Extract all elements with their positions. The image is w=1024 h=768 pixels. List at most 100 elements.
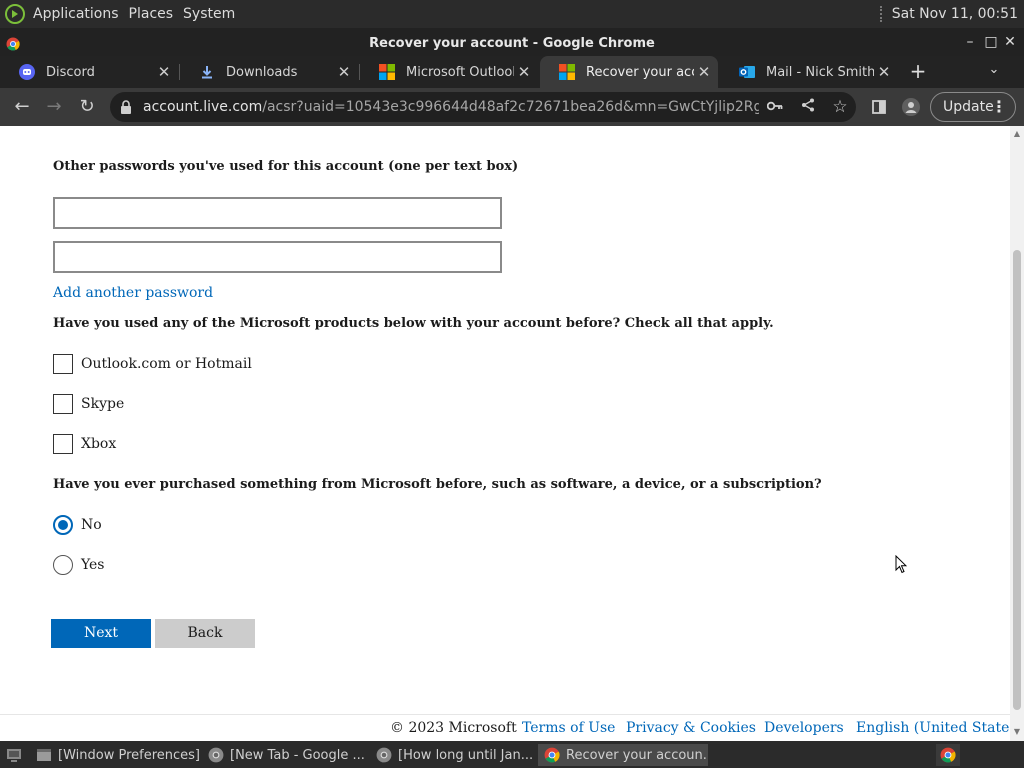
new-tab-button[interactable]: + (906, 60, 930, 84)
scrollbar-thumb[interactable] (1013, 250, 1021, 710)
window-title: Recover your account - Google Chrome (369, 36, 655, 51)
tab-search-button[interactable]: ⌄ (984, 62, 1004, 82)
kebab-menu-icon: ⋮ (991, 97, 1007, 116)
window-titlebar: Recover your account - Google Chrome – □… (0, 28, 1024, 58)
discord-icon (19, 64, 35, 80)
minimize-icon[interactable]: – (962, 34, 978, 50)
top-panel: Applications Places System Sat Nov 11, 0… (0, 0, 1024, 28)
taskbar-label: Recover your accoun... (566, 747, 708, 763)
url-host: account.live.com (143, 99, 263, 115)
tab-label: Microsoft Outlook ( (406, 64, 514, 80)
reload-button[interactable]: ↻ (75, 95, 99, 119)
taskbar-item-new-tab[interactable]: [New Tab - Google ... (202, 744, 367, 766)
show-desktop-button[interactable] (2, 744, 26, 766)
checkbox-label: Xbox (81, 436, 117, 452)
reload-icon: ↻ (79, 96, 95, 117)
window-icon (37, 749, 51, 761)
browser-toolbar: ← → ↻ account.live.com/acsr?uaid=10543e3… (0, 88, 1024, 126)
taskbar-label: [How long until Jan... (398, 747, 534, 763)
forward-nav-button[interactable]: → (42, 95, 66, 119)
taskbar-item-window-preferences[interactable]: [Window Preferences] (30, 744, 200, 766)
address-bar[interactable]: account.live.com/acsr?uaid=10543e3c99664… (110, 92, 856, 122)
close-window-icon[interactable]: ✕ (1002, 34, 1018, 50)
tab-recover-account[interactable]: Recover your accou ✕ (540, 56, 718, 88)
tab-label: Mail - Nick Smith - (766, 64, 874, 80)
product-option-xbox[interactable]: Xbox (53, 434, 116, 454)
password-input-2[interactable] (53, 241, 502, 273)
close-tab-icon[interactable]: ✕ (154, 63, 174, 81)
applications-menu[interactable]: Applications (28, 6, 124, 22)
next-button[interactable]: Next (51, 619, 151, 648)
skype-checkbox[interactable] (53, 394, 73, 414)
radio-label: No (81, 517, 102, 533)
distro-logo-icon[interactable] (4, 3, 26, 25)
share-icon[interactable] (799, 98, 817, 116)
tab-label: Discord (46, 64, 95, 80)
developers-link[interactable]: Developers (764, 720, 844, 736)
product-option-outlook[interactable]: Outlook.com or Hotmail (53, 354, 252, 374)
desktop-icon (7, 749, 21, 762)
side-panel-icon[interactable] (867, 95, 891, 119)
footer-divider (0, 714, 1010, 715)
outlook-icon (739, 66, 755, 78)
close-tab-icon[interactable]: ✕ (514, 63, 534, 81)
key-icon[interactable] (766, 98, 784, 116)
tab-discord[interactable]: Discord ✕ (0, 56, 178, 88)
clock[interactable]: Sat Nov 11, 00:51 (892, 6, 1018, 22)
tab-label: Recover your accou (586, 64, 694, 80)
lock-icon[interactable] (120, 100, 132, 114)
taskbar-item-how-long[interactable]: [How long until Jan... (370, 744, 535, 766)
back-button[interactable]: Back (155, 619, 255, 648)
radio-label: Yes (81, 557, 105, 573)
panel-handle (879, 6, 884, 22)
mouse-cursor-icon (895, 555, 907, 574)
close-tab-icon[interactable]: ✕ (694, 63, 714, 81)
chrome-icon (940, 747, 956, 763)
product-option-skype[interactable]: Skype (53, 394, 124, 414)
tab-mail[interactable]: Mail - Nick Smith - ✕ (720, 56, 898, 88)
yes-radio[interactable] (53, 555, 73, 575)
no-radio[interactable] (53, 515, 73, 535)
plus-icon: + (909, 59, 927, 83)
taskbar-item-recover-account[interactable]: Recover your accoun... (538, 744, 708, 766)
outlook-checkbox[interactable] (53, 354, 73, 374)
tray-chrome-button[interactable] (936, 744, 960, 766)
download-icon (202, 66, 212, 79)
close-tab-icon[interactable]: ✕ (334, 63, 354, 81)
update-label: Update (943, 99, 994, 115)
profile-avatar-icon[interactable] (899, 95, 923, 119)
maximize-icon[interactable]: □ (983, 34, 999, 50)
places-menu[interactable]: Places (124, 6, 179, 22)
microsoft-logo-icon (559, 64, 575, 80)
chrome-icon (208, 747, 224, 763)
xbox-checkbox[interactable] (53, 434, 73, 454)
system-menu[interactable]: System (178, 6, 240, 22)
terms-of-use-link[interactable]: Terms of Use (522, 720, 615, 736)
privacy-cookies-link[interactable]: Privacy & Cookies (626, 720, 756, 736)
taskbar-label: [New Tab - Google ... (230, 747, 365, 763)
bookmark-star-icon[interactable]: ☆ (831, 98, 849, 116)
close-tab-icon[interactable]: ✕ (874, 63, 894, 81)
update-button[interactable]: Update ⋮ (930, 92, 1016, 122)
url-text[interactable]: account.live.com/acsr?uaid=10543e3c99664… (143, 99, 759, 115)
add-password-link[interactable]: Add another password (53, 285, 213, 301)
footer-copyright: © 2023 Microsoft (390, 720, 517, 736)
checkbox-label: Skype (81, 396, 125, 412)
page-scrollbar[interactable]: ▲ ▼ (1010, 126, 1024, 741)
tab-label: Downloads (226, 64, 298, 80)
back-nav-button[interactable]: ← (10, 95, 34, 119)
chrome-icon (376, 747, 392, 763)
language-link[interactable]: English (United States) (856, 720, 1022, 736)
scroll-up-icon[interactable]: ▲ (1012, 129, 1022, 139)
chevron-down-icon: ⌄ (988, 62, 1000, 77)
tab-microsoft-outlook[interactable]: Microsoft Outlook ( ✕ (360, 56, 538, 88)
arrow-right-icon: → (46, 96, 62, 117)
purchase-option-no[interactable]: No (53, 515, 102, 535)
url-path: /acsr?uaid=10543e3c996644d48af2c72671bea… (262, 99, 759, 115)
password-input-1[interactable] (53, 197, 502, 229)
purchase-option-yes[interactable]: Yes (53, 555, 105, 575)
scroll-down-icon[interactable]: ▼ (1012, 727, 1022, 737)
passwords-question: Other passwords you've used for this acc… (53, 159, 519, 174)
chrome-icon (544, 747, 560, 763)
tab-downloads[interactable]: Downloads ✕ (180, 56, 358, 88)
